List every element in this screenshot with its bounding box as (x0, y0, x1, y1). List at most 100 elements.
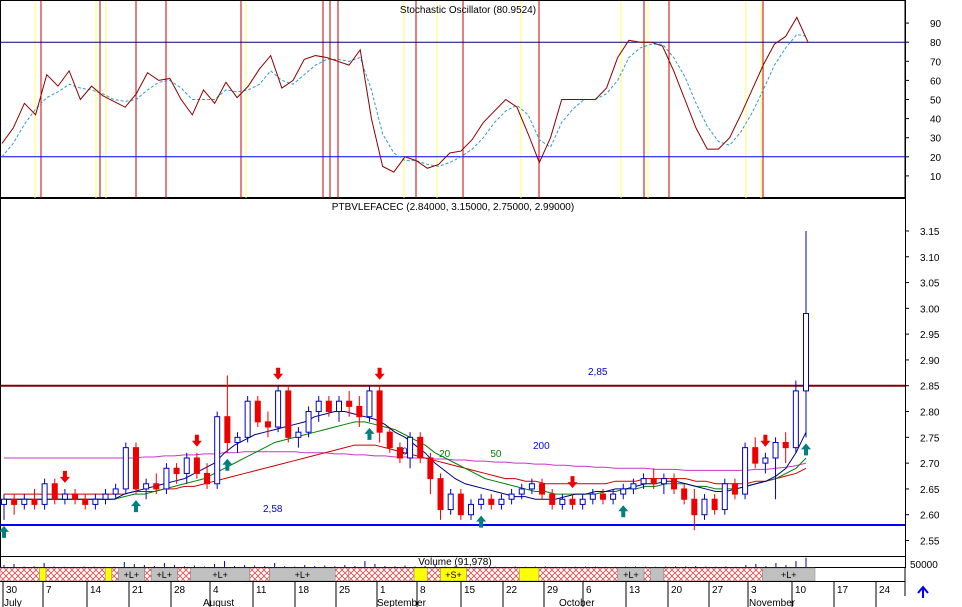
candle-body (376, 390, 383, 433)
price-ytick-label: 2.60 (920, 511, 940, 522)
x-tick-label: 25 (339, 585, 351, 596)
x-axis: 30 7 14 21 28 4 11 18 25 1 8 15 22 29 6 13 20 27 3 10 17 24Ju… (0, 581, 905, 607)
candle-body (508, 493, 515, 500)
x-tick-label: 18 (298, 585, 310, 596)
candle-body (132, 447, 139, 490)
x-tick-label: 21 (132, 585, 144, 596)
price-ytick-label: 3.05 (920, 279, 940, 290)
price-ytick-label: 3.15 (920, 227, 940, 238)
candle-body (204, 472, 211, 485)
x-tick-label: 27 (712, 585, 724, 596)
candle (742, 442, 749, 500)
candle-body (264, 421, 271, 428)
candle-body (539, 483, 546, 495)
price-ytick-label: 2.95 (920, 330, 940, 341)
x-tick-label: 28 (174, 585, 186, 596)
stoch-ytick-label: 70 (930, 57, 942, 68)
stoch-ytick-label: 10 (930, 172, 942, 183)
signal-segment (111, 567, 119, 582)
candle-body (295, 431, 302, 438)
candle-body (153, 483, 160, 490)
price-title: PTBVLEFACEC (2.84000, 3.15000, 2.75000, … (332, 202, 574, 213)
candle-body (1, 498, 7, 505)
month-label: September (377, 598, 427, 607)
candle-body (549, 493, 556, 505)
candle-body (701, 498, 708, 516)
x-tick-label: 10 (795, 585, 807, 596)
month-label: November (749, 598, 796, 607)
candle-body (752, 447, 759, 464)
candle-body (772, 441, 779, 459)
candle-body (498, 498, 505, 505)
x-tick-label: 13 (629, 585, 641, 596)
candle-body (792, 390, 799, 449)
candle-body (163, 467, 170, 490)
ma-label: 200 (533, 441, 550, 452)
candle-body (92, 498, 99, 505)
signal-segment (518, 567, 540, 582)
x-tick-label: 29 (547, 585, 559, 596)
candle (132, 442, 139, 495)
candle (285, 385, 292, 443)
signal-segment (45, 567, 106, 582)
candle (214, 411, 221, 489)
signal-segment (104, 567, 112, 582)
candle-body (731, 483, 738, 495)
candle-body (346, 400, 353, 407)
price-ytick-label: 2.70 (920, 459, 940, 470)
candle-body (589, 493, 596, 500)
signal-segment (334, 567, 349, 582)
price-ytick-label: 2.55 (920, 537, 940, 548)
signal-segment-label: +L+ (781, 570, 797, 580)
x-tick-label: 20 (671, 585, 683, 596)
candle-body (356, 405, 363, 418)
x-tick-label: 17 (837, 585, 849, 596)
price-ytick-label: 2.65 (920, 485, 940, 496)
volume-ytick: 50000 (910, 560, 938, 571)
signal-segment (144, 567, 152, 582)
signal-segment (39, 567, 47, 582)
signal-segment (538, 567, 619, 582)
ma-label: 50 (490, 449, 502, 460)
candle-body (681, 488, 688, 500)
signal-segment (348, 567, 415, 582)
candle-body (234, 436, 241, 443)
signal-bar: +L+ +L+ +L+ +L+ +S+ +L+ +L+ (0, 567, 816, 582)
candle-body (478, 498, 485, 505)
candle-body (325, 400, 332, 413)
candle-body (193, 457, 200, 474)
candle-body (803, 313, 809, 392)
candle-body (41, 483, 48, 505)
candle-body (102, 493, 109, 500)
signal-segment (177, 567, 191, 582)
x-tick-label: 15 (464, 585, 476, 596)
candle-body (143, 483, 150, 490)
x-tick-label: 4 (213, 585, 219, 596)
signal-segment (650, 567, 665, 582)
candle-body (31, 498, 38, 505)
candle (366, 385, 373, 422)
candle-body (721, 483, 728, 511)
candle-body (640, 478, 647, 485)
candle-body (782, 441, 789, 449)
signal-segment-label: +S+ (445, 570, 462, 580)
candle-body (599, 493, 606, 500)
technical-chart: 102030405060708090 2.552.602.652.702.752… (0, 0, 942, 607)
stoch-ytick-label: 80 (930, 38, 942, 49)
signal-segment (663, 567, 763, 582)
month-label: July (4, 598, 22, 607)
signal-segment (466, 567, 520, 582)
candle-body (660, 478, 667, 485)
nav-arrow-icon[interactable] (917, 585, 929, 598)
candle-body (650, 478, 657, 485)
candle-body (579, 498, 586, 505)
x-tick-label: 22 (506, 585, 518, 596)
candle-body (762, 457, 769, 464)
signal-segment (249, 567, 270, 582)
price-panel: 2.55 2.60 2.65 2.70 2.75 2.80 2.85 2.90 2.95 3.00… (0, 198, 940, 557)
candle-body (559, 498, 566, 505)
price-ytick-label: 2.90 (920, 356, 940, 367)
price-ytick-label: 3.10 (920, 253, 940, 264)
signal-segment-label: +L+ (623, 570, 639, 580)
candle-body (315, 400, 322, 413)
